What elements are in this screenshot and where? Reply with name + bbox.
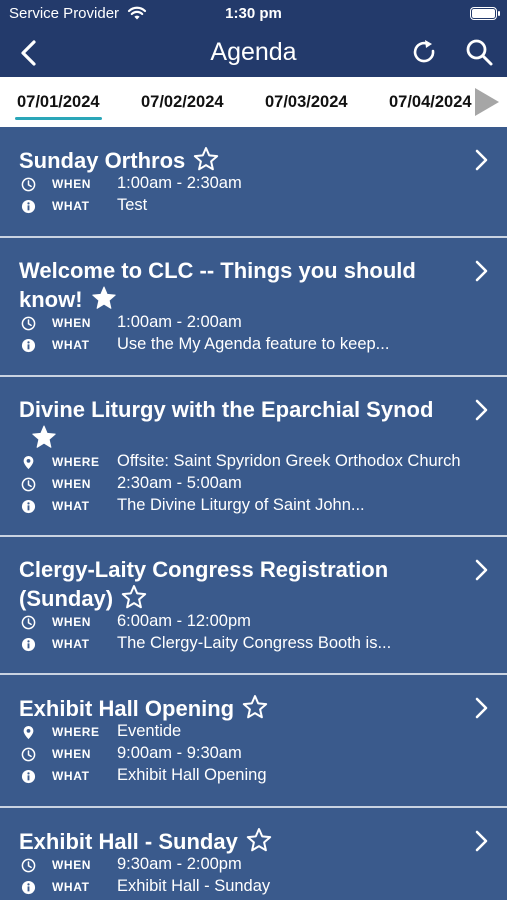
info-icon [21, 637, 36, 652]
event-when-row: WHEN 9:30am - 2:00pm [19, 855, 489, 877]
tab-date-3[interactable]: 07/03/2024 [265, 93, 348, 112]
chevron-right-icon[interactable] [473, 829, 489, 853]
clock-icon [21, 858, 36, 873]
top-bar: Service Provider 1:30 pm Agenda [0, 0, 507, 77]
chevron-right-icon[interactable] [473, 558, 489, 582]
info-icon [21, 338, 36, 353]
next-dates-arrow-icon[interactable] [473, 86, 501, 118]
what-label: WHAT [52, 499, 90, 513]
event-card-welcome-to-clc[interactable]: Welcome to CLC -- Things you should know… [0, 238, 507, 377]
date-tab-bar: 07/01/2024 07/02/2024 07/03/2024 07/04/2… [0, 77, 507, 127]
what-label: WHAT [52, 199, 90, 213]
event-title-text: Clergy-Laity Congress Registration (Sund… [19, 557, 389, 611]
event-time: 1:00am - 2:30am [117, 174, 242, 192]
event-location: Offsite: Saint Spyridon Greek Orthodox C… [117, 452, 461, 470]
event-description: Exhibit Hall Opening [117, 766, 267, 784]
what-label: WHAT [52, 637, 90, 651]
chevron-right-icon[interactable] [473, 148, 489, 172]
clock-icon [21, 316, 36, 331]
when-label: WHEN [52, 858, 92, 872]
event-card-registration[interactable]: Clergy-Laity Congress Registration (Sund… [0, 537, 507, 675]
when-label: WHEN [52, 615, 92, 629]
what-label: WHAT [52, 338, 90, 352]
event-time: 1:00am - 2:00am [117, 313, 242, 331]
chevron-right-icon[interactable] [473, 259, 489, 283]
refresh-icon[interactable] [411, 38, 439, 66]
clock-icon [21, 477, 36, 492]
what-label: WHAT [52, 769, 90, 783]
event-title: Clergy-Laity Congress Registration (Sund… [19, 556, 439, 613]
event-title: Exhibit Hall Opening [19, 694, 459, 723]
location-pin-icon [21, 725, 36, 740]
event-title-text: Divine Liturgy with the Eparchial Synod [19, 397, 434, 422]
battery-icon [470, 7, 500, 20]
tab-date-1[interactable]: 07/01/2024 [15, 93, 102, 120]
event-where-row: WHERE Offsite: Saint Spyridon Greek Orth… [19, 452, 489, 474]
event-what-row: WHAT The Divine Liturgy of Saint John... [19, 496, 489, 518]
status-bar: Service Provider 1:30 pm [0, 0, 507, 28]
event-when-row: WHEN 9:00am - 9:30am [19, 744, 489, 766]
where-label: WHERE [52, 455, 100, 469]
info-icon [21, 769, 36, 784]
event-title: Sunday Orthros [19, 146, 459, 175]
event-what-row: WHAT The Clergy-Laity Congress Booth is.… [19, 634, 489, 656]
event-description: The Clergy-Laity Congress Booth is... [117, 634, 392, 652]
event-time: 6:00am - 12:00pm [117, 612, 251, 630]
event-card-exhibit-hall-opening[interactable]: Exhibit Hall Opening WHERE Eventide WHEN… [0, 675, 507, 808]
event-card-divine-liturgy[interactable]: Divine Liturgy with the Eparchial Synod … [0, 377, 507, 537]
event-what-row: WHAT Use the My Agenda feature to keep..… [19, 335, 489, 357]
event-title-text: Welcome to CLC -- Things you should know… [19, 258, 416, 312]
search-icon[interactable] [464, 37, 494, 67]
event-title-text: Exhibit Hall Opening [19, 696, 235, 721]
event-title-text: Exhibit Hall - Sunday [19, 829, 238, 854]
clock-icon [21, 615, 36, 630]
star-outline-icon[interactable] [242, 694, 268, 720]
info-icon [21, 499, 36, 514]
chevron-right-icon[interactable] [473, 398, 489, 422]
event-time: 2:30am - 5:00am [117, 474, 242, 492]
event-description: Exhibit Hall - Sunday [117, 877, 271, 895]
info-icon [21, 880, 36, 895]
when-label: WHEN [52, 477, 92, 491]
event-what-row: WHAT Exhibit Hall Opening [19, 766, 489, 788]
star-outline-icon[interactable] [193, 146, 219, 172]
event-location: Eventide [117, 722, 182, 740]
chevron-right-icon[interactable] [473, 696, 489, 720]
tab-date-4[interactable]: 07/04/2024 [389, 93, 472, 112]
event-card-exhibit-hall-sunday[interactable]: Exhibit Hall - Sunday WHEN 9:30am - 2:00… [0, 808, 507, 900]
event-title: Welcome to CLC -- Things you should know… [19, 257, 459, 314]
event-time: 9:30am - 2:00pm [117, 855, 242, 873]
location-pin-icon [21, 455, 36, 470]
event-title: Divine Liturgy with the Eparchial Synod [19, 396, 459, 453]
event-time: 9:00am - 9:30am [117, 744, 242, 762]
event-what-row: WHAT Exhibit Hall - Sunday [19, 877, 489, 899]
agenda-list: Sunday Orthros WHEN 1:00am - 2:30am WHAT… [0, 127, 507, 900]
when-label: WHEN [52, 177, 92, 191]
event-when-row: WHEN 1:00am - 2:00am [19, 313, 489, 335]
star-filled-icon[interactable] [31, 424, 57, 450]
info-icon [21, 199, 36, 214]
clock-icon [21, 747, 36, 762]
event-title: Exhibit Hall - Sunday [19, 827, 459, 856]
where-label: WHERE [52, 725, 100, 739]
event-title-text: Sunday Orthros [19, 148, 186, 173]
event-when-row: WHEN 1:00am - 2:30am [19, 174, 489, 196]
event-description: Use the My Agenda feature to keep... [117, 335, 390, 353]
event-description: Test [117, 196, 148, 214]
event-when-row: WHEN 6:00am - 12:00pm [19, 612, 489, 634]
clock: 1:30 pm [225, 5, 282, 22]
event-card-sunday-orthros[interactable]: Sunday Orthros WHEN 1:00am - 2:30am WHAT… [0, 127, 507, 238]
clock-icon [21, 177, 36, 192]
star-outline-icon[interactable] [121, 584, 147, 610]
event-when-row: WHEN 2:30am - 5:00am [19, 474, 489, 496]
event-where-row: WHERE Eventide [19, 722, 489, 744]
star-filled-icon[interactable] [91, 285, 117, 311]
star-outline-icon[interactable] [246, 827, 272, 853]
what-label: WHAT [52, 880, 90, 894]
when-label: WHEN [52, 316, 92, 330]
event-what-row: WHAT Test [19, 196, 489, 218]
event-description: The Divine Liturgy of Saint John... [117, 496, 365, 514]
tab-date-2[interactable]: 07/02/2024 [141, 93, 224, 112]
when-label: WHEN [52, 747, 92, 761]
